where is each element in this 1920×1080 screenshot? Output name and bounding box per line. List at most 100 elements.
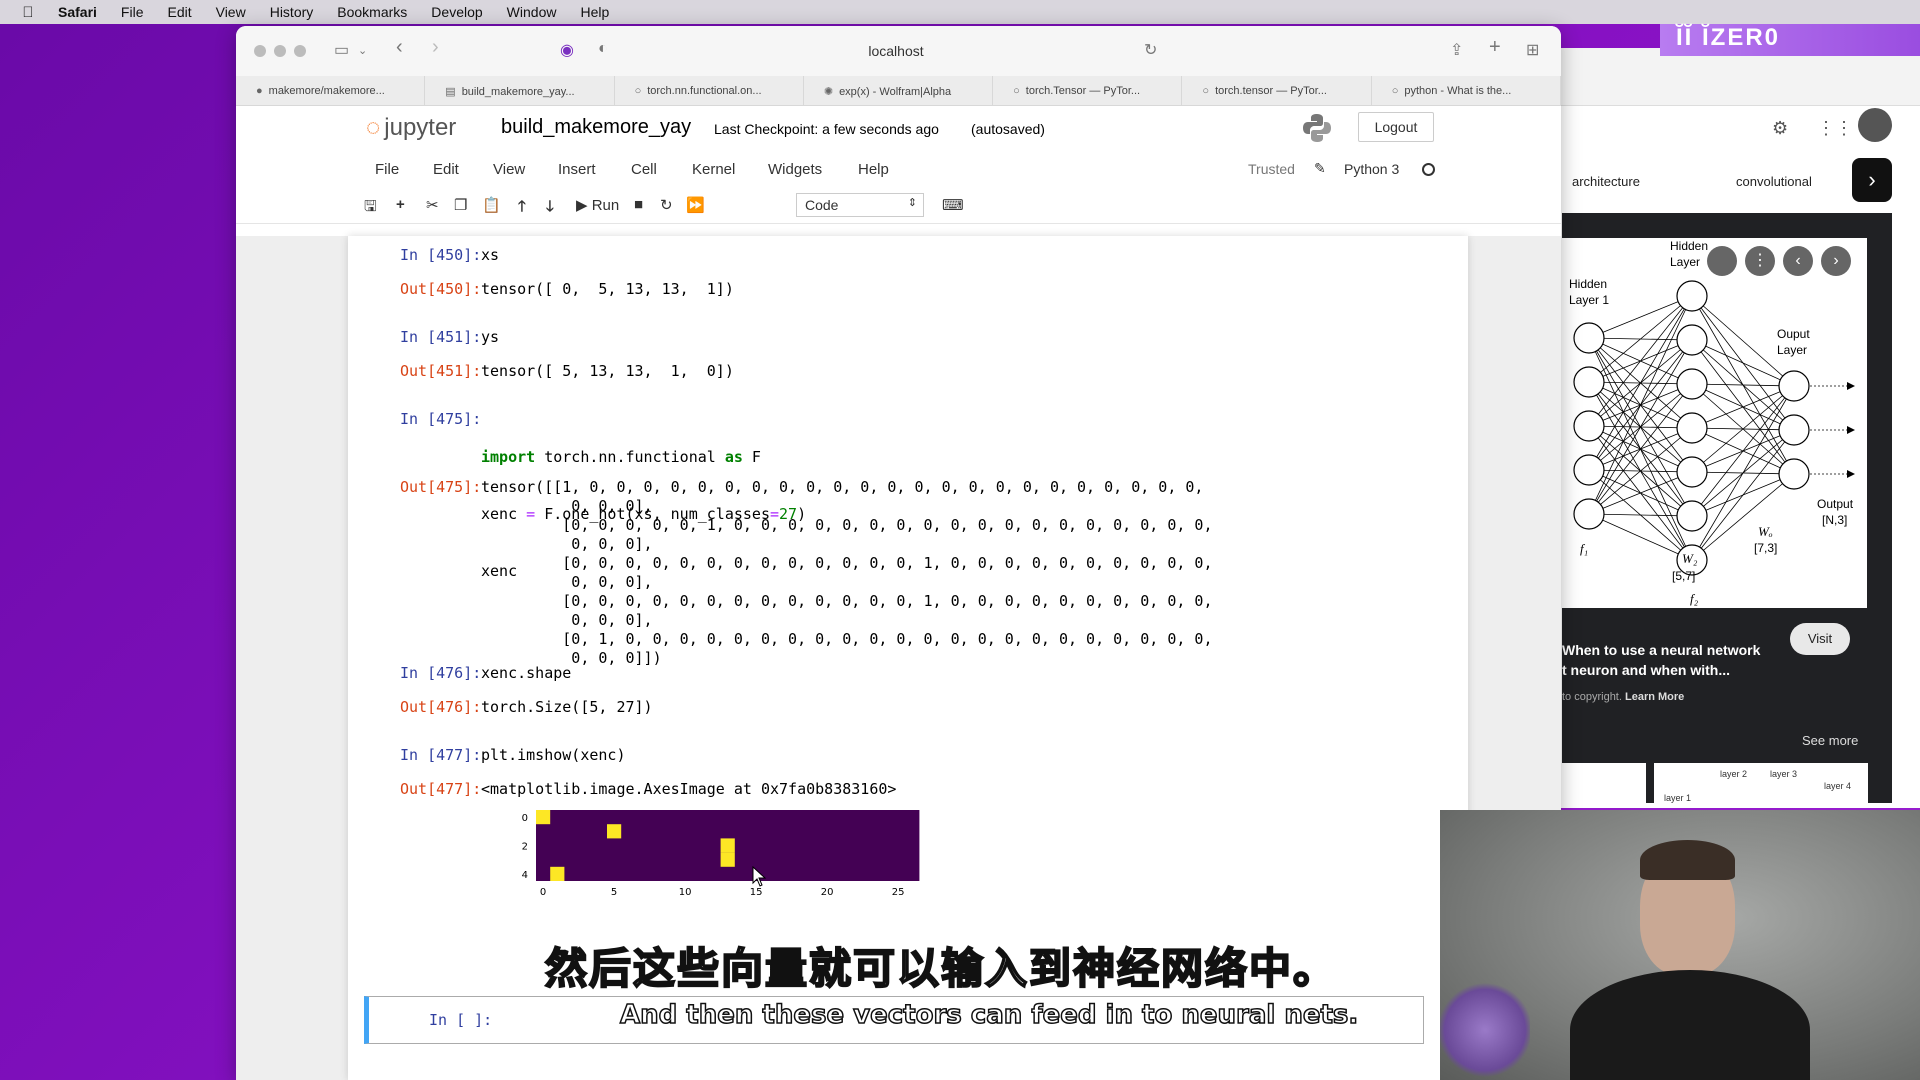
tab-torch-functional[interactable]: ○ torch.nn.functional.on... bbox=[615, 76, 804, 105]
x-tick-label: 5 bbox=[611, 887, 617, 898]
reload-icon[interactable]: ↻ bbox=[1144, 40, 1157, 60]
input-prompt: In [476]: bbox=[400, 664, 482, 682]
privacy-extension-icon[interactable]: ◉ bbox=[560, 40, 574, 60]
sidebar-icon[interactable]: ▭ bbox=[334, 40, 349, 60]
python-logo-icon bbox=[1303, 114, 1331, 142]
keyword: import bbox=[481, 448, 536, 466]
jp-menu-kernel[interactable]: Kernel bbox=[692, 161, 735, 178]
minimize-button[interactable] bbox=[274, 45, 286, 57]
nn-edge bbox=[1588, 383, 1693, 515]
jp-menu-help[interactable]: Help bbox=[858, 161, 889, 178]
code-input[interactable]: ys bbox=[481, 328, 499, 347]
menu-file[interactable]: File bbox=[121, 4, 144, 20]
result-title[interactable]: When to use a neural network t neuron an… bbox=[1562, 640, 1782, 680]
menu-edit[interactable]: Edit bbox=[167, 4, 191, 20]
jp-menu-cell[interactable]: Cell bbox=[631, 161, 657, 178]
thumb-layer-1: layer 1 bbox=[1664, 793, 1692, 803]
edit-pencil-icon[interactable]: ✎ bbox=[1314, 160, 1326, 177]
menu-help[interactable]: Help bbox=[580, 4, 609, 20]
label-output: Output bbox=[1817, 497, 1854, 511]
jp-menu-widgets[interactable]: Widgets bbox=[768, 161, 822, 178]
cell-type-select[interactable]: Code ⇕ bbox=[796, 193, 924, 217]
chip-convolutional[interactable]: convolutional bbox=[1736, 174, 1812, 189]
svg-text:Layer: Layer bbox=[1670, 255, 1700, 269]
account-avatar[interactable] bbox=[1858, 108, 1892, 142]
trusted-indicator[interactable]: Trusted bbox=[1248, 161, 1295, 177]
new-tab-icon[interactable]: + bbox=[1489, 36, 1501, 59]
notebook-icon: ▤ bbox=[445, 86, 456, 98]
restart-icon[interactable]: ↻ bbox=[660, 196, 673, 214]
menu-view[interactable]: View bbox=[216, 4, 246, 20]
autosave-status: (autosaved) bbox=[971, 121, 1045, 137]
tab-torch-tensor-class[interactable]: ○ torch.Tensor — PyTor... bbox=[993, 76, 1183, 105]
heatmap-cell-hot bbox=[607, 824, 622, 839]
jupyter-menubar: File Edit View Insert Cell Kernel Widget… bbox=[236, 152, 1561, 188]
jp-menu-view[interactable]: View bbox=[493, 161, 525, 178]
visit-button[interactable]: Visit bbox=[1790, 623, 1850, 655]
insert-cell-icon[interactable]: + bbox=[396, 196, 405, 213]
jupyter-logo[interactable]: ◌ jupyter bbox=[366, 114, 456, 142]
jp-menu-file[interactable]: File bbox=[375, 161, 399, 178]
address-bar[interactable]: localhost bbox=[666, 36, 1126, 66]
svg-text:[7,3]: [7,3] bbox=[1754, 541, 1777, 555]
image-preview-pane: Hidden Layer 1 Hidden Layer Ouput Layer … bbox=[1562, 213, 1892, 803]
shield-icon[interactable]: ◐ bbox=[598, 40, 608, 58]
move-down-icon[interactable]: 🡓 bbox=[546, 196, 554, 221]
chip-architecture[interactable]: architecture bbox=[1572, 174, 1640, 189]
stop-icon[interactable]: ■ bbox=[634, 196, 643, 213]
keyboard-icon[interactable]: ⌨ bbox=[942, 196, 964, 214]
share-icon[interactable]: ⇪ bbox=[1450, 40, 1463, 60]
chevron-left-icon[interactable]: ‹ bbox=[1783, 246, 1813, 276]
menu-window[interactable]: Window bbox=[507, 4, 557, 20]
chevron-right-icon[interactable]: › bbox=[1852, 158, 1892, 202]
menu-history[interactable]: History bbox=[270, 4, 314, 20]
save-icon[interactable]: 🖫 bbox=[364, 196, 377, 221]
move-up-icon[interactable]: 🡑 bbox=[518, 196, 526, 221]
run-button[interactable]: ▶ Run bbox=[576, 196, 619, 214]
see-more-link[interactable]: See more bbox=[1802, 733, 1858, 748]
logout-button[interactable]: Logout bbox=[1358, 112, 1434, 142]
menu-bookmarks[interactable]: Bookmarks bbox=[337, 4, 407, 20]
thumbnail-1[interactable] bbox=[1562, 763, 1646, 803]
learn-more-link[interactable]: Learn More bbox=[1625, 691, 1684, 703]
image-controls: ⋮ ‹ › bbox=[1707, 246, 1851, 276]
thumb-layer-4: layer 4 bbox=[1824, 781, 1852, 791]
copy-icon[interactable]: ❐ bbox=[454, 196, 467, 214]
fast-forward-icon[interactable]: ⏩ bbox=[686, 196, 705, 214]
tab-overview-icon[interactable]: ⊞ bbox=[1526, 40, 1539, 60]
kernel-name[interactable]: Python 3 bbox=[1344, 161, 1399, 177]
back-icon[interactable]: ‹ bbox=[396, 36, 403, 59]
cut-icon[interactable]: ✂ bbox=[426, 196, 439, 214]
menu-safari[interactable]: Safari bbox=[58, 4, 97, 20]
jp-menu-edit[interactable]: Edit bbox=[433, 161, 459, 178]
more-vert-icon[interactable]: ⋮ bbox=[1745, 246, 1775, 276]
code-input[interactable]: plt.imshow(xenc) bbox=[481, 746, 626, 765]
y-tick-label: 4 bbox=[522, 870, 528, 881]
settings-icon[interactable]: ⚙ bbox=[1772, 118, 1788, 139]
close-button[interactable] bbox=[254, 45, 266, 57]
forward-icon[interactable]: › bbox=[432, 36, 439, 59]
lens-icon[interactable] bbox=[1707, 246, 1737, 276]
menu-develop[interactable]: Develop bbox=[431, 4, 482, 20]
tab-makemore-github[interactable]: ● makemore/makemore... bbox=[236, 76, 426, 105]
tab-wolfram[interactable]: ✺ exp(x) - Wolfram|Alpha bbox=[804, 76, 994, 105]
code-input[interactable]: xs bbox=[481, 246, 499, 265]
code-input[interactable]: xenc.shape bbox=[481, 664, 571, 683]
titlebar: ▭ ⌄ ‹ › ◉ ◐ localhost ↻ ⇪ + ⊞ bbox=[236, 26, 1561, 76]
zoom-button[interactable] bbox=[294, 45, 306, 57]
tab-build-makemore[interactable]: ▤ build_makemore_yay... bbox=[425, 76, 615, 105]
tab-python-question[interactable]: ○ python - What is the... bbox=[1372, 76, 1561, 105]
thumbnail-2[interactable]: layer 2 layer 3 layer 1 layer 4 bbox=[1654, 763, 1868, 803]
tab-torch-tensor-fn[interactable]: ○ torch.tensor — PyTor... bbox=[1182, 76, 1372, 105]
notebook-name[interactable]: build_makemore_yay bbox=[501, 116, 691, 139]
apps-grid-icon[interactable]: ⋮⋮ bbox=[1817, 118, 1853, 139]
chevron-right-icon[interactable]: › bbox=[1821, 246, 1851, 276]
apple-icon[interactable]:  bbox=[20, 4, 36, 21]
input-prompt: In [450]: bbox=[400, 246, 482, 264]
jp-menu-insert[interactable]: Insert bbox=[558, 161, 596, 178]
chevron-down-icon[interactable]: ⌄ bbox=[358, 44, 367, 57]
nn-node bbox=[1676, 280, 1708, 312]
safari-window: ▭ ⌄ ‹ › ◉ ◐ localhost ↻ ⇪ + ⊞ ● makemore/… bbox=[236, 26, 1561, 1080]
paste-icon[interactable]: 📋 bbox=[482, 196, 501, 214]
tab-label: exp(x) - Wolfram|Alpha bbox=[839, 86, 952, 98]
